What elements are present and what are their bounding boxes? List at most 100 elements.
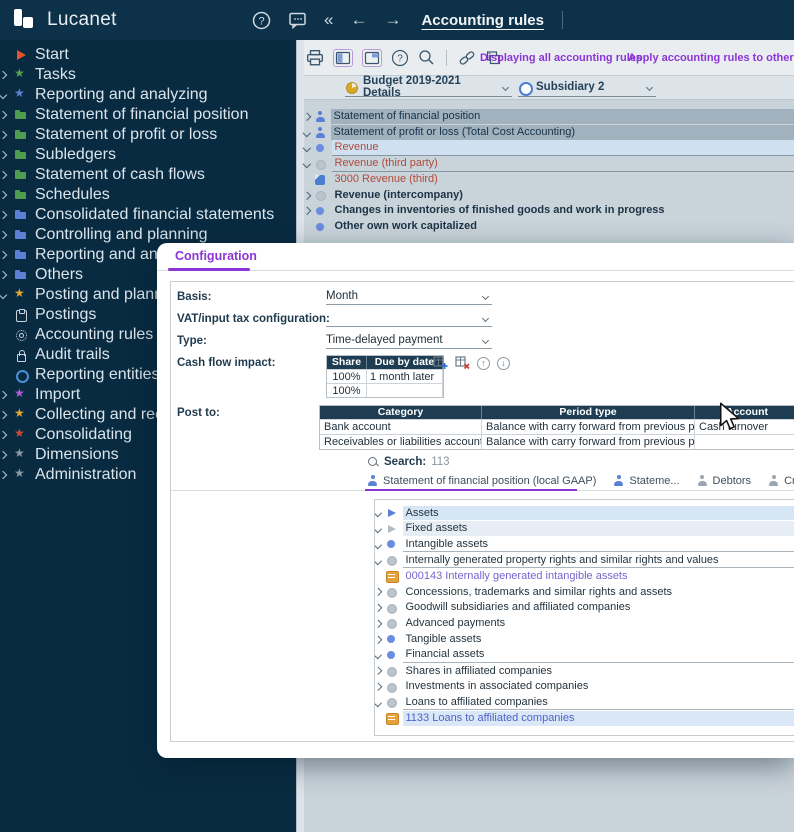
cashflow-row[interactable]: 100%: [327, 383, 443, 397]
expand-chevron-icon[interactable]: [374, 667, 382, 675]
printer-icon[interactable]: [306, 49, 324, 67]
expand-chevron-icon[interactable]: [0, 411, 7, 419]
sidebar-item[interactable]: Subledgers: [0, 145, 296, 165]
field-dropdown[interactable]: Month: [326, 288, 492, 305]
link-icon[interactable]: [458, 50, 476, 66]
chart-of-accounts-tab[interactable]: Stateme...: [613, 475, 679, 487]
accounts-tree-row[interactable]: 1133 Loans to affiliated companies: [375, 710, 794, 726]
expand-chevron-icon[interactable]: [0, 91, 7, 99]
expand-chevron-icon[interactable]: [0, 271, 7, 279]
expand-chevron-icon[interactable]: [374, 588, 382, 596]
expand-chevron-icon[interactable]: [303, 113, 311, 121]
rules-tree-row[interactable]: Revenue (intercompany): [304, 187, 794, 203]
accounts-tree-row[interactable]: Concessions, trademarks and similar righ…: [375, 584, 794, 600]
accounts-tree-row[interactable]: Tangible assets: [375, 631, 794, 647]
sidebar-item[interactable]: Schedules: [0, 185, 296, 205]
sidebar-item[interactable]: Start: [0, 45, 296, 65]
sidebar-item[interactable]: Consolidated financial statements: [0, 205, 296, 225]
move-up-icon[interactable]: ↑: [477, 357, 490, 370]
expand-chevron-icon[interactable]: [0, 391, 7, 399]
expand-chevron-icon[interactable]: [0, 191, 7, 199]
dataset-select[interactable]: Budget 2019-2021 Details: [345, 79, 512, 97]
expand-chevron-icon[interactable]: [374, 651, 382, 659]
expand-chevron-icon[interactable]: [374, 556, 382, 564]
expand-chevron-icon[interactable]: [0, 251, 7, 259]
expand-chevron-icon[interactable]: [374, 541, 382, 549]
tab-configuration[interactable]: Configuration: [175, 249, 257, 263]
rules-tree-row[interactable]: Revenue: [304, 140, 794, 156]
expand-chevron-icon[interactable]: [0, 131, 7, 139]
move-down-icon[interactable]: ↓: [497, 357, 510, 370]
add-row-icon[interactable]: [433, 356, 448, 370]
accounts-tree-row[interactable]: 000143 Internally generated intangible a…: [375, 568, 794, 584]
expand-chevron-icon[interactable]: [0, 111, 7, 119]
rules-tree-row[interactable]: Statement of profit or loss (Total Cost …: [304, 125, 794, 141]
arrow-left-icon[interactable]: ←: [350, 11, 367, 29]
expand-chevron-icon[interactable]: [303, 207, 311, 215]
expand-chevron-icon[interactable]: [0, 431, 7, 439]
share-cell[interactable]: 100%: [327, 369, 367, 383]
post-to-table-row[interactable]: Receivables or liabilities account Balan…: [320, 434, 794, 449]
accounts-tree-row[interactable]: Shares in affiliated companies: [375, 663, 794, 679]
sidebar-item[interactable]: Statement of cash flows: [0, 165, 296, 185]
category-cell[interactable]: Bank account: [320, 419, 482, 434]
sidebar-item[interactable]: Controlling and planning: [0, 225, 296, 245]
accounts-tree-row[interactable]: Fixed assets: [375, 521, 794, 537]
accounts-tree-row[interactable]: Loans to affiliated companies: [375, 695, 794, 711]
accounts-tree-row[interactable]: Intangible assets: [375, 537, 794, 553]
rules-tree-row[interactable]: 3000 Revenue (third): [304, 172, 794, 188]
account-search[interactable]: Search: 113: [367, 456, 450, 468]
expand-chevron-icon[interactable]: [0, 291, 7, 299]
expand-chevron-icon[interactable]: [374, 620, 382, 628]
view-split-icon[interactable]: [333, 49, 353, 67]
expand-chevron-icon[interactable]: [303, 129, 311, 137]
period-type-cell[interactable]: Balance with carry forward from previous…: [482, 434, 695, 449]
sidebar-item[interactable]: Statement of financial position: [0, 105, 296, 125]
expand-chevron-icon[interactable]: [0, 71, 7, 79]
search-icon[interactable]: [418, 49, 435, 66]
chart-of-accounts-tab[interactable]: Debtors: [697, 475, 752, 487]
share-cell[interactable]: 100%: [327, 383, 367, 397]
category-cell[interactable]: Receivables or liabilities account: [320, 434, 482, 449]
period-type-cell[interactable]: Balance with carry forward from previous…: [482, 419, 695, 434]
accounts-tree-row[interactable]: Internally generated property rights and…: [375, 552, 794, 568]
accounts-tree-row[interactable]: Advanced payments: [375, 616, 794, 632]
expand-chevron-icon[interactable]: [0, 231, 7, 239]
view-layout-icon[interactable]: [362, 49, 382, 67]
due-cell[interactable]: 1 month later: [367, 369, 443, 383]
account-cell[interactable]: Cash turnover: [695, 419, 794, 434]
help-icon[interactable]: ?: [252, 11, 271, 30]
apply-rules-link[interactable]: Apply accounting rules to other jo: [628, 52, 794, 64]
expand-chevron-icon[interactable]: [374, 509, 382, 517]
expand-chevron-icon[interactable]: [374, 525, 382, 533]
expand-chevron-icon[interactable]: [374, 699, 382, 707]
expand-chevron-icon[interactable]: [374, 683, 382, 691]
entity-select[interactable]: Subsidiary 2: [518, 79, 656, 97]
expand-chevron-icon[interactable]: [0, 211, 7, 219]
expand-chevron-icon[interactable]: [0, 471, 7, 479]
due-cell[interactable]: [367, 383, 443, 397]
sidebar-item[interactable]: Reporting and analyzing: [0, 85, 296, 105]
sidebar-item[interactable]: Tasks: [0, 65, 296, 85]
expand-chevron-icon[interactable]: [303, 144, 311, 152]
accounts-tree-row[interactable]: Assets: [375, 505, 794, 521]
expand-chevron-icon[interactable]: [0, 151, 7, 159]
accounts-tree-row[interactable]: Financial assets: [375, 647, 794, 663]
expand-chevron-icon[interactable]: [374, 604, 382, 612]
field-dropdown[interactable]: Time-delayed payment: [326, 332, 492, 349]
help-icon[interactable]: ?: [391, 49, 409, 67]
arrow-right-icon[interactable]: →: [384, 11, 401, 29]
expand-chevron-icon[interactable]: [374, 635, 382, 643]
expand-chevron-icon[interactable]: [0, 451, 7, 459]
expand-chevron-icon[interactable]: [303, 160, 311, 168]
accounts-tree-row[interactable]: Goodwill subsidiaries and affiliated com…: [375, 600, 794, 616]
expand-chevron-icon[interactable]: [0, 171, 7, 179]
account-cell[interactable]: [695, 434, 794, 449]
rules-tree-row[interactable]: Statement of financial position: [304, 109, 794, 125]
delete-row-icon[interactable]: [455, 356, 470, 370]
cashflow-row[interactable]: 100% 1 month later: [327, 369, 443, 383]
rules-tree-row[interactable]: Revenue (third party): [304, 156, 794, 172]
double-chevron-left-icon[interactable]: «: [324, 11, 333, 29]
rules-tree-row[interactable]: Other own work capitalized: [304, 219, 794, 235]
chat-icon[interactable]: [288, 11, 307, 29]
